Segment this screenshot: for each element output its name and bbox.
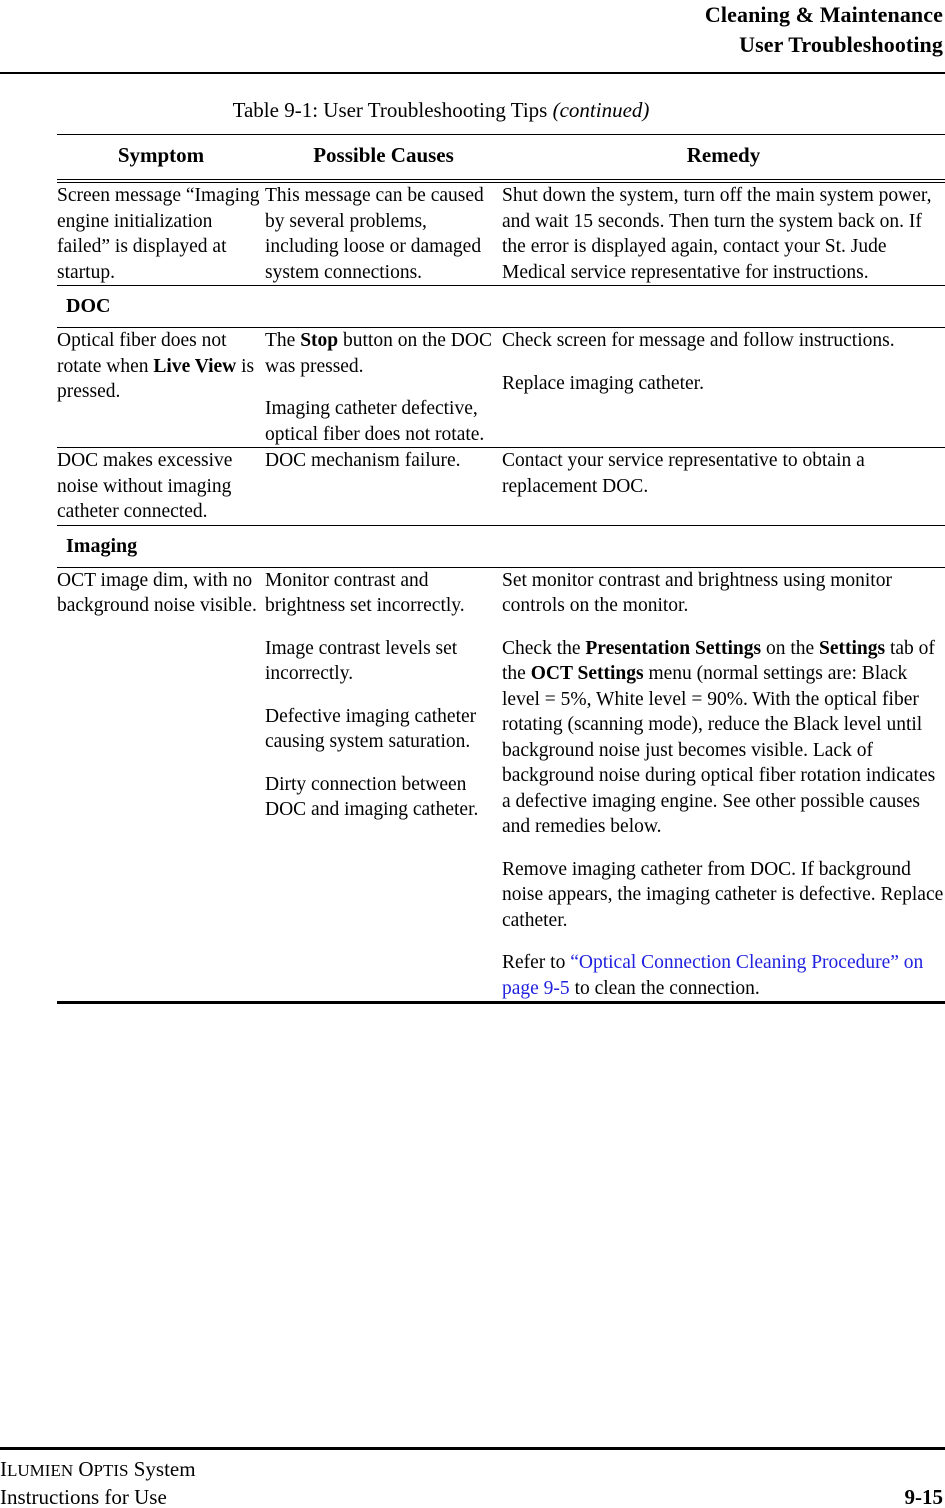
page-running-header: Cleaning & Maintenance User Troubleshoot… [0, 0, 945, 60]
cell-paragraph: Remove imaging catheter from DOC. If bac… [502, 857, 945, 934]
emphasis-text: Presentation Settings [585, 637, 762, 659]
table-row: Screen message “Imaging engine initializ… [57, 183, 945, 285]
cell-paragraph: This message can be caused by several pr… [265, 185, 484, 283]
footer-product-lumien: LUMIEN [7, 1461, 74, 1480]
cell-symptom: DOC makes excessive noise without imagin… [57, 448, 265, 525]
table-caption: Table 9-1: User Troubleshooting Tips (co… [57, 95, 945, 134]
footer-product-name: ILUMIEN OPTIS System [0, 1455, 196, 1485]
cell-paragraph: Image contrast levels set incorrectly. [265, 636, 502, 687]
table-caption-main: Table 9-1: User Troubleshooting Tips [232, 98, 553, 122]
footer-product-system: System [128, 1457, 196, 1481]
body-text: Monitor contrast and brightness set inco… [265, 569, 465, 617]
table-section-row: DOC [57, 286, 945, 327]
cell-paragraph: Optical fiber does not rotate when Live … [57, 328, 265, 405]
body-text: Refer to [502, 952, 571, 973]
cell-symptom: Screen message “Imaging engine initializ… [57, 183, 265, 285]
cell-paragraph: DOC makes excessive noise without imagin… [57, 450, 233, 522]
body-text: Replace imaging catheter. [502, 372, 704, 394]
table-section-label: Imaging [66, 534, 138, 557]
table-row: DOC makes excessive noise without imagin… [57, 448, 945, 525]
cell-paragraph: Defective imaging catheter causing syste… [265, 704, 502, 755]
cell-remedy: Set monitor contrast and brightness usin… [502, 568, 945, 1002]
troubleshooting-table: Symptom Possible Causes Remedy Screen me… [57, 135, 945, 1001]
emphasis-text: OCT Settings [530, 663, 644, 684]
body-text: Set monitor contrast and brightness usin… [502, 569, 892, 617]
table-section-label: DOC [66, 295, 111, 317]
cell-paragraph: Set monitor contrast and brightness usin… [502, 568, 945, 619]
cell-possible-causes: The Stop button on the DOC was pressed. I… [265, 328, 502, 447]
table-row: OCT image dim, with no background noise … [57, 568, 945, 1002]
cell-paragraph: Imaging catheter defective, optical fibe… [265, 396, 502, 447]
emphasis-text: Stop [300, 330, 339, 351]
cell-paragraph: Check screen for message and follow inst… [502, 328, 945, 354]
table-row: Optical fiber does not rotate when Live … [57, 328, 945, 447]
cell-possible-causes: DOC mechanism failure. [265, 448, 502, 525]
emphasis-text: Live View [153, 355, 237, 377]
table-bottom-rule [57, 1001, 945, 1004]
footer-document-title: Instructions for Use [0, 1485, 167, 1508]
cell-symptom: OCT image dim, with no background noise … [57, 568, 265, 1002]
body-text: Check the [502, 637, 586, 659]
cell-remedy: Contact your service representative to o… [502, 448, 945, 525]
table-body: Screen message “Imaging engine initializ… [57, 179, 945, 1001]
cell-remedy: Check screen for message and follow inst… [502, 328, 945, 447]
footer-page-number: 9-15 [904, 1485, 944, 1508]
cell-paragraph: The Stop button on the DOC was pressed. [265, 328, 502, 379]
footer-divider-rule [0, 1447, 945, 1450]
footer-product-ptis: PTIS [93, 1461, 129, 1480]
cell-paragraph: Dirty connection between DOC and imaging… [265, 772, 502, 823]
cell-paragraph: Shut down the system, turn off the main … [502, 185, 932, 283]
body-text: Defective imaging catheter causing syste… [265, 705, 477, 753]
body-text: Check screen for message and follow inst… [502, 330, 895, 351]
cell-possible-causes: Monitor contrast and brightness set inco… [265, 568, 502, 1002]
cell-paragraph: Refer to “Optical Connection Cleaning Pr… [502, 950, 945, 1001]
body-text: menu (normal settings are: Black level =… [502, 663, 936, 837]
body-text: to clean the connection. [569, 977, 760, 999]
cell-remedy: Shut down the system, turn off the main … [502, 183, 945, 285]
header-section-title: User Troubleshooting [739, 32, 943, 57]
cell-paragraph: Screen message “Imaging engine initializ… [57, 185, 260, 283]
header-chapter-title: Cleaning & Maintenance [704, 2, 943, 27]
header-divider-rule [0, 72, 945, 74]
document-page: Cleaning & Maintenance User Troubleshoot… [0, 0, 945, 1508]
body-text: Dirty connection between DOC and imaging… [265, 773, 479, 821]
body-text: Image contrast levels set incorrectly. [265, 637, 458, 685]
column-header-symptom: Symptom [117, 143, 205, 167]
body-text: Remove imaging catheter from DOC. If bac… [502, 858, 944, 931]
cell-paragraph: Replace imaging catheter. [502, 371, 945, 397]
table-section-row: Imaging [57, 526, 945, 567]
body-text: on the [761, 637, 820, 659]
body-text: The [265, 330, 301, 351]
cell-paragraph: DOC mechanism failure. [265, 450, 461, 471]
troubleshooting-table-block: Table 9-1: User Troubleshooting Tips (co… [57, 95, 945, 1004]
emphasis-text: Settings [819, 637, 886, 659]
table-caption-continued: (continued) [552, 98, 650, 122]
cell-paragraph: OCT image dim, with no background noise … [57, 569, 257, 617]
footer-product-o: O [73, 1457, 94, 1481]
cell-symptom: Optical fiber does not rotate when Live … [57, 328, 265, 447]
cell-paragraph: Check the Presentation Settings on the S… [502, 636, 945, 840]
table-header-row: Symptom Possible Causes Remedy [57, 135, 945, 179]
cell-possible-causes: This message can be caused by several pr… [265, 183, 502, 285]
column-header-remedy: Remedy [686, 143, 761, 167]
column-header-possible-causes: Possible Causes [313, 143, 454, 167]
cell-paragraph: Contact your service representative to o… [502, 450, 865, 497]
body-text: Imaging catheter defective, optical fibe… [265, 398, 485, 445]
cell-paragraph: Monitor contrast and brightness set inco… [265, 568, 502, 619]
footer-product-i: I [0, 1457, 7, 1481]
